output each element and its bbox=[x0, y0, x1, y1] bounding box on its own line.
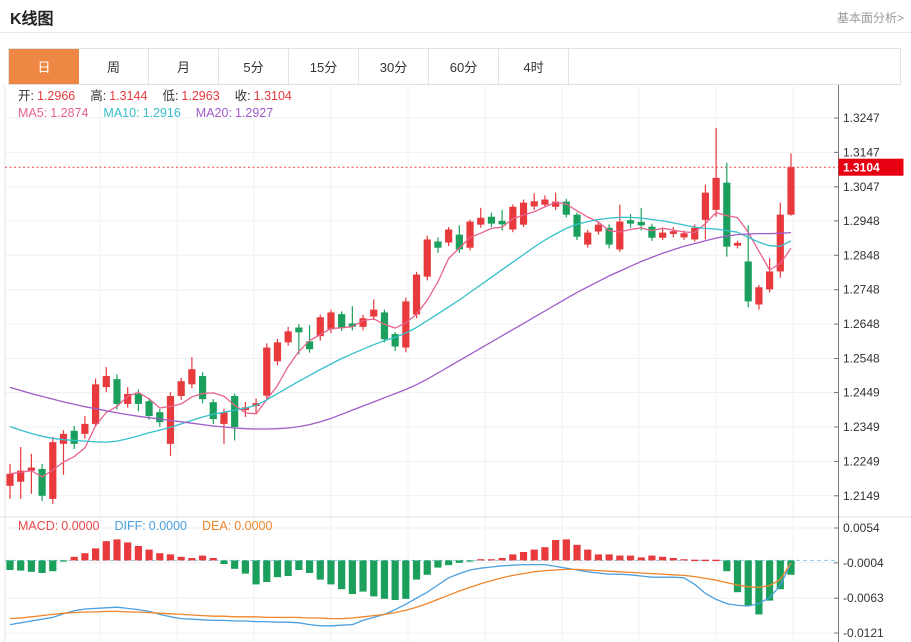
current-price-tag: 1.3104 bbox=[839, 159, 904, 176]
candles-layer bbox=[6, 128, 794, 504]
svg-text:-0.0063: -0.0063 bbox=[843, 591, 884, 605]
ohlc-low: 低:1.2963 bbox=[162, 89, 219, 104]
ohlc-info-row: 开:1.2966 高:1.3144 低:1.2963 收:1.3104 bbox=[18, 89, 307, 104]
macd-diff: DIFF:0.0000 bbox=[115, 519, 187, 534]
fundamental-analysis-link[interactable]: 基本面分析> bbox=[837, 9, 904, 26]
ohlc-open: 开:1.2966 bbox=[18, 89, 75, 104]
tab-4hour[interactable]: 4时 bbox=[499, 49, 569, 84]
svg-text:-0.0004: -0.0004 bbox=[843, 556, 884, 570]
ma-info-row: MA5:1.2874 MA10:1.2916 MA20:1.2927 bbox=[18, 106, 288, 121]
tab-5min[interactable]: 5分 bbox=[219, 49, 289, 84]
ohlc-high: 高:1.3144 bbox=[90, 89, 147, 104]
tab-60min[interactable]: 60分 bbox=[429, 49, 499, 84]
svg-text:1.2449: 1.2449 bbox=[843, 386, 880, 400]
svg-text:-0.0121: -0.0121 bbox=[843, 626, 884, 640]
svg-text:1.2149: 1.2149 bbox=[843, 489, 880, 503]
svg-text:1.2748: 1.2748 bbox=[843, 283, 880, 297]
svg-text:1.2848: 1.2848 bbox=[843, 248, 880, 262]
ma10-line bbox=[10, 217, 791, 442]
dea-line bbox=[10, 563, 791, 619]
svg-text:1.2548: 1.2548 bbox=[843, 352, 880, 366]
svg-text:1.3247: 1.3247 bbox=[843, 111, 880, 125]
svg-text:1.3104: 1.3104 bbox=[843, 161, 880, 175]
tab-30min[interactable]: 30分 bbox=[359, 49, 429, 84]
tab-month[interactable]: 月 bbox=[149, 49, 219, 84]
header-divider bbox=[0, 32, 911, 33]
tab-week[interactable]: 周 bbox=[79, 49, 149, 84]
svg-text:1.3147: 1.3147 bbox=[843, 145, 880, 159]
svg-text:1.2648: 1.2648 bbox=[843, 317, 880, 331]
ma-ma10: MA10:1.2916 bbox=[103, 106, 180, 121]
ma-ma5: MA5:1.2874 bbox=[18, 106, 88, 121]
macd-macd: MACD:0.0000 bbox=[18, 519, 100, 534]
tab-15min[interactable]: 15分 bbox=[289, 49, 359, 84]
page-title: K线图 bbox=[10, 5, 54, 29]
ma-ma20: MA20:1.2927 bbox=[196, 106, 273, 121]
tab-bar-filler bbox=[569, 49, 900, 84]
macd-dea: DEA:0.0000 bbox=[202, 519, 272, 534]
svg-text:1.2349: 1.2349 bbox=[843, 420, 880, 434]
svg-text:1.2249: 1.2249 bbox=[843, 454, 880, 468]
tab-bar: 日周月5分15分30分60分4时 bbox=[8, 48, 901, 85]
svg-text:1.2948: 1.2948 bbox=[843, 214, 880, 228]
macd-info-row: MACD:0.0000 DIFF:0.0000 DEA:0.0000 bbox=[18, 519, 287, 534]
tab-day[interactable]: 日 bbox=[9, 49, 79, 84]
diff-line bbox=[10, 563, 791, 626]
ohlc-close: 收:1.3104 bbox=[235, 89, 292, 104]
ma5-line bbox=[10, 202, 791, 477]
svg-text:1.3047: 1.3047 bbox=[843, 180, 880, 194]
svg-text:0.0054: 0.0054 bbox=[843, 521, 880, 535]
